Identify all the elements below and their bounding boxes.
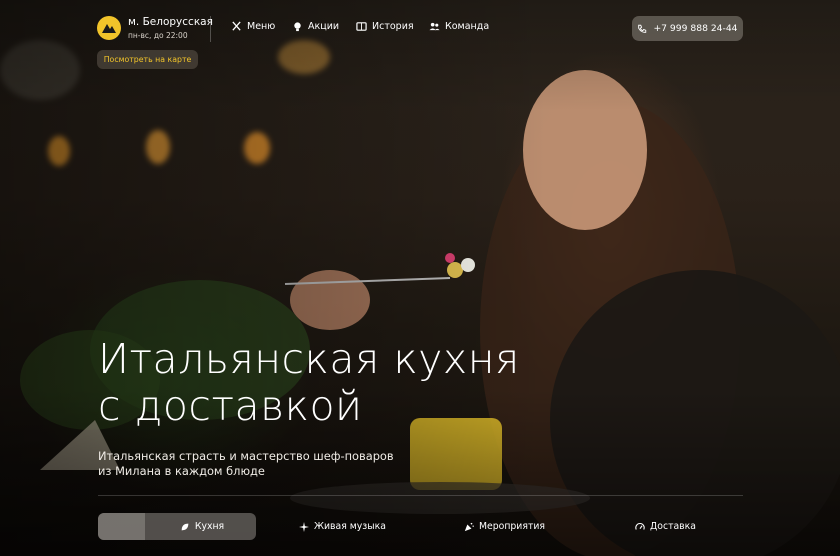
nav-item-label: История	[372, 21, 414, 32]
phone-button[interactable]: +7 999 888 24-44	[632, 16, 743, 41]
bulb-icon	[294, 22, 301, 32]
nav-item-label: Команда	[445, 21, 490, 32]
nav-item-team[interactable]: Команда	[429, 21, 489, 32]
nav-item-label: Акции	[308, 21, 340, 32]
leaf-icon	[181, 523, 189, 530]
tabs-divider	[98, 495, 743, 496]
nav-item-promotions[interactable]: Акции	[292, 21, 339, 32]
sparkles-icon	[299, 521, 309, 532]
nav-item-label: Меню	[247, 21, 276, 32]
utensils-icon	[232, 21, 241, 31]
opening-hours: пн-вс, до 22:00	[128, 31, 188, 40]
hero-subtitle-line-2: из Милана в каждом блюде	[98, 464, 265, 478]
tab-events[interactable]: Мероприятия	[464, 513, 545, 540]
view-on-map-button[interactable]: Посмотреть на карте	[97, 50, 198, 69]
site-header: м. Белорусская пн-вс, до 22:00 Посмотрет…	[0, 0, 840, 69]
phone-number: +7 999 888 24-44	[653, 23, 738, 34]
tab-delivery[interactable]: Доставка	[635, 513, 696, 540]
hero-subtitle-line-1: Итальянская страсть и мастерство шеф-пов…	[98, 449, 394, 463]
hero-title: Итальянская кухня с доставкой	[98, 336, 618, 430]
nav-item-history[interactable]: История	[356, 21, 414, 32]
metro-station: м. Белорусская	[128, 16, 213, 28]
tab-cuisine[interactable]: Кухня	[98, 513, 256, 540]
hero-title-line-1: Итальянская кухня	[98, 335, 520, 383]
tab-label: Кухня	[194, 521, 225, 532]
feature-tabs: Кухня Живая музыка Мероприятия Доставка	[98, 513, 743, 540]
tab-progress-bar	[98, 513, 146, 540]
nav-item-menu[interactable]: Меню	[231, 21, 275, 32]
tab-label: Мероприятия	[479, 521, 545, 532]
book-icon	[356, 22, 367, 31]
hero-title-line-2: с доставкой	[98, 382, 363, 430]
speedometer-icon	[635, 522, 645, 530]
logo-icon[interactable]	[97, 16, 121, 40]
phone-icon	[638, 24, 647, 33]
tab-live-music[interactable]: Живая музыка	[299, 513, 386, 540]
team-icon	[429, 22, 440, 31]
header-divider	[210, 16, 211, 42]
hero-subtitle: Итальянская страсть и мастерство шеф-пов…	[98, 449, 418, 479]
tab-label: Доставка	[650, 521, 696, 532]
tab-label: Живая музыка	[314, 521, 386, 532]
party-icon	[464, 522, 474, 531]
